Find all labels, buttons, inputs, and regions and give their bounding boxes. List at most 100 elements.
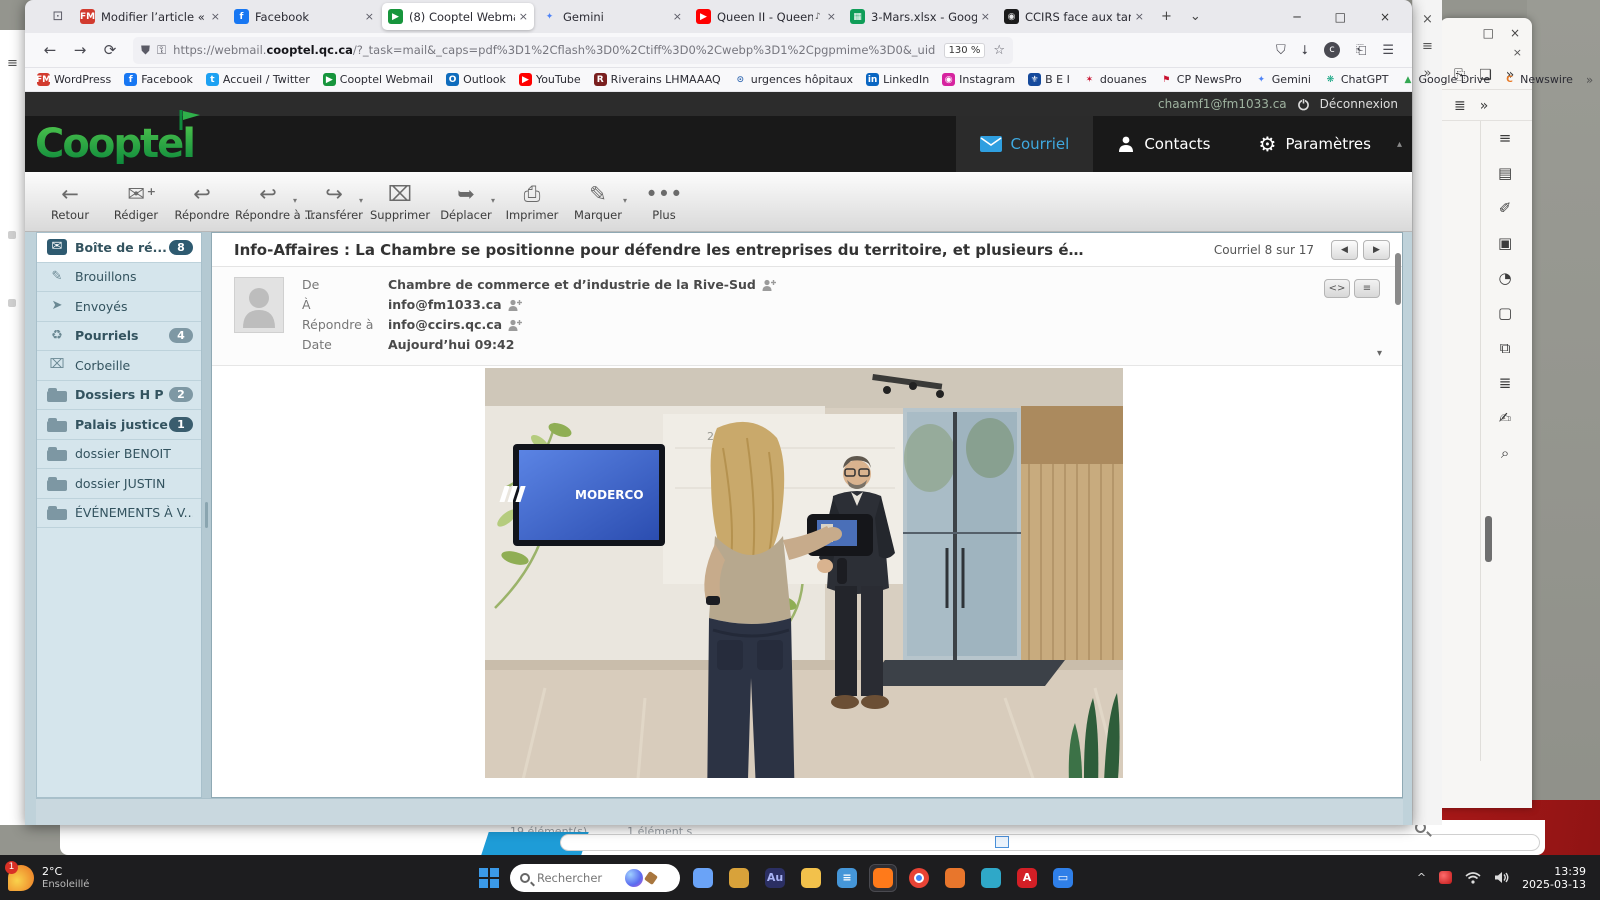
maximize-button[interactable]: □ — [1335, 10, 1346, 24]
sidebar-tool-icon[interactable]: ⌕ — [1498, 444, 1512, 462]
tray-clock[interactable]: 13:39 2025-03-13 — [1522, 865, 1586, 891]
chevron-down-icon[interactable]: ▾ — [293, 196, 297, 205]
folder-item[interactable]: Envoyés — [37, 292, 201, 322]
toolbar-button[interactable]: ↩ ▾ Répondre à ... — [235, 182, 301, 222]
folder-item[interactable]: Dossiers H P 2 — [37, 381, 201, 411]
tab-close-icon[interactable]: × — [519, 10, 528, 23]
bookmarks-overflow-icon[interactable]: » — [1586, 73, 1593, 87]
browser-tab[interactable]: f Facebook × — [228, 3, 380, 30]
sidebar-tool-icon[interactable]: ✐ — [1498, 199, 1512, 217]
browser-tab[interactable]: FM Modifier l’article « Un rési × — [74, 3, 226, 30]
webmail-nav-item[interactable]: ⚙ Paramètres — [1235, 116, 1395, 172]
browser-tab[interactable]: ✦ Gemini × — [536, 3, 688, 30]
sidebar-tool-icon[interactable]: ▣ — [1498, 234, 1512, 252]
minimize-button[interactable]: ─ — [1293, 10, 1300, 24]
bookmark-item[interactable]: ⊙ urgences hôpitaux — [734, 73, 853, 86]
folder-item[interactable]: Palais justice 1 — [37, 410, 201, 440]
bookmark-item[interactable]: ✦ Gemini — [1255, 73, 1311, 86]
toolbar-button[interactable]: ↪ ▾ Transférer — [301, 182, 367, 222]
toolbar-button[interactable]: ➥ ▾ Déplacer — [433, 182, 499, 222]
taskbar-app-icon[interactable]: ▭ — [1050, 865, 1076, 891]
bookmark-item[interactable]: f Facebook — [124, 73, 193, 86]
chevron-up-icon[interactable]: ▴ — [1395, 139, 1412, 150]
bookmark-item[interactable]: ▶ Cooptel Webmail — [323, 73, 433, 86]
tab-close-icon[interactable]: × — [1135, 10, 1144, 23]
tab-close-icon[interactable]: × — [981, 10, 990, 23]
hamburger-icon[interactable]: ≡ — [1413, 39, 1442, 54]
extension-icon[interactable]: c — [1324, 42, 1340, 58]
taskbar-app-icon[interactable] — [726, 865, 752, 891]
start-button[interactable] — [478, 867, 500, 889]
taskbar-app-icon[interactable] — [870, 865, 896, 891]
add-contact-icon[interactable] — [508, 299, 522, 311]
tab-close-icon[interactable]: × — [827, 10, 836, 23]
browser-tab[interactable]: ▶ Queen II - Queen (Ful ♪ × — [690, 3, 842, 30]
close-icon[interactable]: × — [1440, 46, 1532, 59]
toolbar-button[interactable]: ✉+ Rédiger — [103, 182, 169, 222]
header-value[interactable]: info@ccirs.qc.ca — [388, 315, 502, 335]
chevron-down-icon[interactable]: ▾ — [623, 196, 627, 205]
sidebar-tool-icon[interactable]: ▤ — [1498, 164, 1512, 182]
sidebar-tool-icon[interactable]: ≣ — [1498, 374, 1512, 392]
share-page-icon[interactable]: ⎗ — [1356, 43, 1366, 58]
bookmark-item[interactable]: ◉ Instagram — [942, 73, 1015, 86]
header-value[interactable]: info@fm1033.ca — [388, 295, 502, 315]
shield-icon[interactable]: ⛊ — [141, 43, 150, 58]
chevron-down-icon[interactable]: ▾ — [491, 196, 495, 205]
bookmark-item[interactable]: ✶ douanes — [1083, 73, 1147, 86]
folder-item[interactable]: ÉVÉNEMENTS À V... — [37, 499, 201, 529]
toolbar-button[interactable]: ••• Plus — [631, 182, 697, 222]
browser-tab[interactable]: ▶ (8) Cooptel Webmail :: Inf × — [382, 3, 534, 30]
pocket-icon[interactable]: ⛉ — [1276, 43, 1286, 58]
toolbar-button[interactable]: ✎ ▾ Marquer — [565, 182, 631, 222]
sidebar-tool-icon[interactable]: ▢ — [1498, 304, 1512, 322]
tray-chevron-icon[interactable]: ^ — [1417, 871, 1426, 884]
bookmark-item[interactable]: FM WordPress — [37, 73, 111, 86]
folder-item[interactable]: Brouillons — [37, 263, 201, 293]
reload-button[interactable]: ⟳ — [95, 41, 125, 59]
taskbar-app-icon[interactable]: A — [1014, 865, 1040, 891]
bookmark-item[interactable]: in LinkedIn — [866, 73, 929, 86]
explorer-address-bar[interactable] — [560, 834, 1540, 851]
sidebar-tool-icon[interactable]: ⧉ — [1498, 339, 1512, 357]
maximize-icon[interactable]: □ — [1483, 26, 1494, 46]
taskbar-app-icon[interactable] — [798, 865, 824, 891]
tray-app-icon[interactable] — [1439, 871, 1452, 884]
firefox-view-icon[interactable]: ⊡ — [43, 5, 73, 29]
chevron-down-icon[interactable]: ▾ — [359, 196, 363, 205]
bookmark-item[interactable]: O Outlook — [446, 73, 506, 86]
folder-item[interactable]: Pourriels 4 — [37, 322, 201, 352]
panel-tool-icon[interactable]: » — [1480, 98, 1489, 114]
next-message-button[interactable]: ▶ — [1363, 240, 1390, 260]
toolbar-button[interactable]: ⌧ Supprimer — [367, 182, 433, 222]
add-contact-icon[interactable] — [762, 279, 776, 291]
bookmark-item[interactable]: ⚑ CP NewsPro — [1160, 73, 1242, 86]
taskbar-search[interactable] — [510, 864, 680, 892]
pane-splitter[interactable] — [202, 232, 211, 798]
checkbox[interactable] — [995, 836, 1009, 848]
taskbar-app-icon[interactable] — [978, 865, 1004, 891]
folder-item[interactable]: Corbeille — [37, 351, 201, 381]
bookmark-item[interactable]: ▲ Google Drive — [1401, 73, 1490, 86]
header-value[interactable]: Aujourd’hui 09:42 — [388, 335, 514, 355]
bookmark-item[interactable]: R Riverains LHMAAAQ — [594, 73, 721, 86]
sidebar-tool-icon[interactable]: ◔ — [1498, 269, 1512, 287]
forward-button[interactable]: → — [65, 41, 95, 59]
folder-item[interactable]: dossier BENOIT — [37, 440, 201, 470]
scrollbar-thumb[interactable] — [1485, 516, 1492, 562]
details-caret-icon[interactable]: ▾ — [1377, 348, 1382, 359]
close-icon[interactable]: × — [1510, 26, 1520, 46]
webmail-nav-item[interactable]: Contacts — [1093, 116, 1234, 172]
bookmark-item[interactable]: t Accueil / Twitter — [206, 73, 310, 86]
weather-widget[interactable]: 1 2°C Ensoleillé — [8, 865, 188, 891]
bookmark-item[interactable]: ❋ ChatGPT — [1324, 73, 1389, 86]
search-input[interactable] — [537, 871, 623, 885]
browser-tab[interactable]: ◉ CCIRS face aux tarifs × — [998, 3, 1150, 30]
header-value[interactable]: Chambre de commerce et d’industrie de la… — [388, 275, 756, 295]
lock-icon[interactable]: ⚿ — [157, 43, 166, 58]
taskbar-app-icon[interactable] — [906, 865, 932, 891]
close-icon[interactable]: × — [1413, 12, 1442, 27]
download-icon[interactable]: ⭣ — [1302, 43, 1308, 58]
tab-close-icon[interactable]: × — [365, 10, 374, 23]
toolbar-button[interactable]: ↩ Répondre — [169, 182, 235, 222]
